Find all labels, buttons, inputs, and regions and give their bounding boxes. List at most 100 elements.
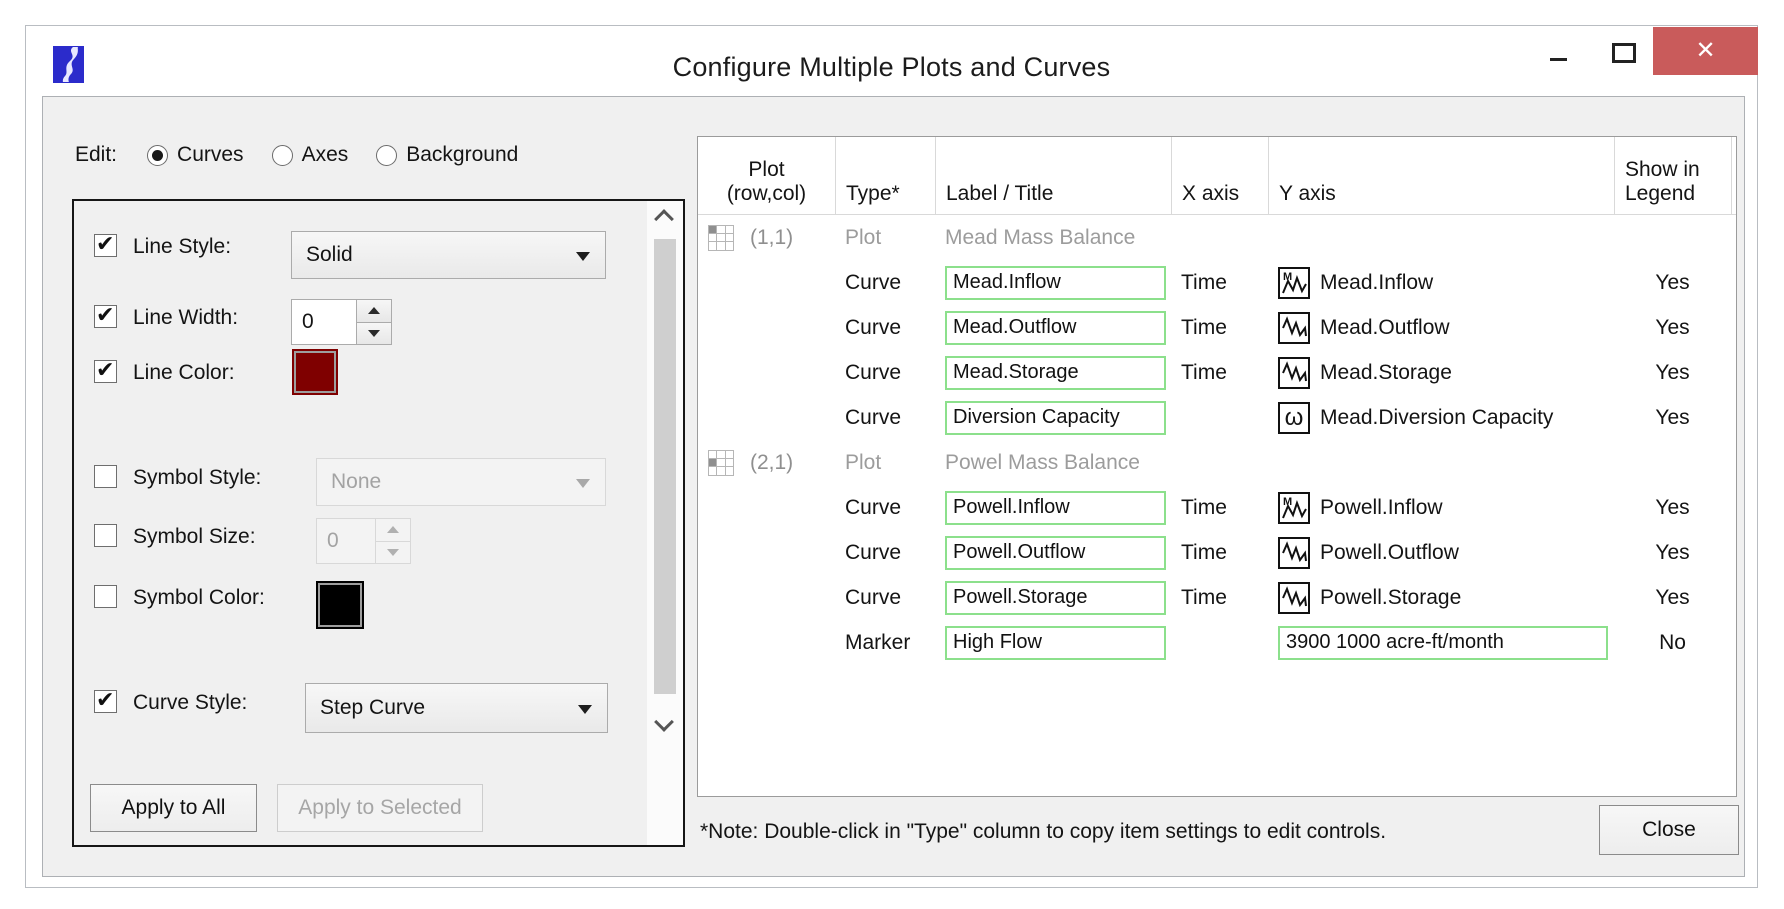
close-button[interactable]: Close [1599,805,1739,855]
close-x-icon: ✕ [1695,39,1715,63]
type-cell[interactable]: Curve [835,361,935,385]
curve-settings-groupbox: Line Style: Solid Line Width: 0 Line Col… [72,199,685,847]
line-style-checkbox[interactable] [94,234,117,257]
line-color-label: Line Color: [133,361,235,385]
line-width-checkbox[interactable] [94,305,117,328]
symbol-size-value: 0 [316,518,376,564]
y-axis-wave-icon [1278,312,1310,344]
curve-label-input[interactable] [945,356,1166,390]
legend-cell[interactable]: No [1614,631,1731,655]
plots-curves-table: Plot (row,col) Type* Label / Title X axi… [697,136,1737,797]
legend-cell[interactable]: Yes [1614,361,1731,385]
symbol-size-spinbox: 0 [316,518,411,564]
type-cell[interactable]: Curve [835,496,935,520]
symbol-color-swatch[interactable] [316,581,364,629]
curve-label-input[interactable] [945,536,1166,570]
plot-position: (2,1) [750,451,793,475]
type-cell[interactable]: Curve [835,316,935,340]
table-row-curve[interactable]: Curve ω Mead.Diversion Capacity Yes [698,395,1736,440]
curve-label-input[interactable] [945,311,1166,345]
chevron-down-icon [576,479,590,488]
radio-curves[interactable]: Curves [147,143,244,167]
legend-cell[interactable]: Yes [1614,271,1731,295]
y-axis-wave-m-icon: M [1278,492,1310,524]
marker-label-input[interactable] [945,626,1166,660]
table-row-curve[interactable]: Curve Time Powell.Outflow Yes [698,530,1736,575]
line-color-checkbox[interactable] [94,360,117,383]
legend-cell[interactable]: Yes [1614,541,1731,565]
footnote: *Note: Double-click in "Type" column to … [700,820,1386,844]
spin-down-icon[interactable] [356,322,392,346]
table-row-curve[interactable]: Curve Time Mead.Outflow Yes [698,305,1736,350]
curve-style-checkbox[interactable] [94,690,117,713]
type-cell[interactable]: Curve [835,406,935,430]
header-x-axis: X axis [1171,137,1268,214]
x-axis-cell: Time [1171,586,1268,610]
legend-cell[interactable]: Yes [1614,406,1731,430]
curve-label-input[interactable] [945,401,1166,435]
minimize-button[interactable] [1536,44,1580,74]
table-row-marker[interactable]: Marker No [698,620,1736,665]
table-row-curve[interactable]: Curve Time M Mead.Inflow Yes [698,260,1736,305]
curve-label-input[interactable] [945,491,1166,525]
spin-up-icon[interactable] [356,299,392,323]
apply-to-all-button[interactable]: Apply to All [90,784,257,832]
plot-grid-icon [708,450,734,476]
type-cell[interactable]: Marker [835,631,935,655]
spin-down-icon [375,541,411,565]
type-cell[interactable]: Curve [835,586,935,610]
symbol-color-swatch-fill [318,583,362,627]
radio-background[interactable]: Background [376,143,518,167]
legend-cell[interactable]: Yes [1614,316,1731,340]
spin-up-icon [375,518,411,542]
radio-background-dot-icon [376,145,397,166]
type-cell[interactable]: Plot [835,226,935,250]
type-cell[interactable]: Curve [835,271,935,295]
maximize-button[interactable] [1602,38,1646,72]
line-width-label: Line Width: [133,306,238,330]
header-plot: Plot (row,col) [698,137,835,214]
curve-style-dropdown[interactable]: Step Curve [305,683,608,733]
legend-cell[interactable]: Yes [1614,496,1731,520]
line-color-swatch[interactable] [292,349,338,395]
y-axis-name: Mead.Storage [1320,361,1452,385]
legend-cell[interactable]: Yes [1614,586,1731,610]
symbol-size-checkbox[interactable] [94,524,117,547]
curve-label-input[interactable] [945,266,1166,300]
table-row-curve[interactable]: Curve Time Mead.Storage Yes [698,350,1736,395]
marker-value-input[interactable] [1278,626,1608,660]
radio-axes-label: Axes [302,143,349,167]
curve-style-label: Curve Style: [133,691,247,715]
close-window-button[interactable]: ✕ [1653,27,1758,75]
line-style-dropdown[interactable]: Solid [291,231,606,279]
table-row-plot-2[interactable]: (2,1) Plot Powel Mass Balance [698,440,1736,485]
y-axis-omega-icon: ω [1278,402,1310,434]
symbol-style-checkbox[interactable] [94,465,117,488]
table-row-curve[interactable]: Curve Time M Powell.Inflow Yes [698,485,1736,530]
window-title: Configure Multiple Plots and Curves [26,52,1757,83]
type-cell[interactable]: Plot [835,451,935,475]
line-width-spinbox[interactable]: 0 [291,299,392,345]
minimize-icon [1550,58,1567,61]
radio-curves-label: Curves [177,143,244,167]
y-axis-wave-icon [1278,537,1310,569]
scrollbar-thumb[interactable] [654,239,676,694]
radio-axes[interactable]: Axes [272,143,349,167]
x-axis-cell: Time [1171,496,1268,520]
scroll-down-icon[interactable] [657,715,673,731]
symbol-color-label: Symbol Color: [133,586,265,610]
table-row-curve[interactable]: Curve Time Powell.Storage Yes [698,575,1736,620]
line-style-label: Line Style: [133,235,231,259]
header-filler [1731,137,1752,214]
plot-position: (1,1) [750,226,793,250]
line-width-value[interactable]: 0 [291,299,357,345]
header-type: Type* [835,137,935,214]
curve-label-input[interactable] [945,581,1166,615]
y-axis-name: Mead.Outflow [1320,316,1450,340]
symbol-color-checkbox[interactable] [94,585,117,608]
symbol-size-label: Symbol Size: [133,525,256,549]
scroll-up-icon[interactable] [657,209,673,225]
table-row-plot-1[interactable]: (1,1) Plot Mead Mass Balance [698,215,1736,260]
groupbox-scrollbar[interactable] [647,201,683,845]
type-cell[interactable]: Curve [835,541,935,565]
